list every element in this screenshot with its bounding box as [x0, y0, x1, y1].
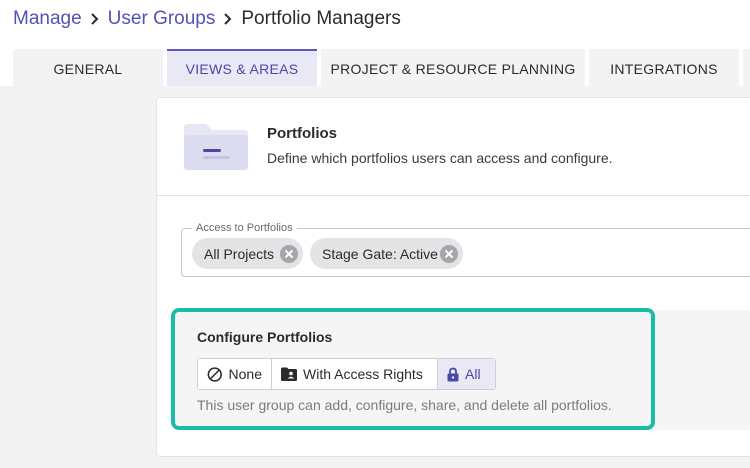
close-icon[interactable]: [440, 245, 458, 263]
chip-all-projects[interactable]: All Projects: [192, 238, 303, 269]
option-label: All: [465, 366, 481, 382]
chip-label: All Projects: [204, 245, 275, 262]
configure-portfolios-title: Configure Portfolios: [197, 329, 333, 345]
tab-overflow[interactable]: [743, 49, 750, 86]
tab-views-areas[interactable]: VIEWS & AREAS: [167, 49, 317, 86]
configure-portfolios-toggle: None With Access Rights All: [197, 358, 496, 390]
configure-portfolios-description: This user group can add, configure, shar…: [197, 397, 612, 413]
option-all-button[interactable]: All: [438, 359, 495, 389]
chevron-right-icon: [90, 12, 100, 26]
portfolios-description: Define which portfolios users can access…: [267, 150, 613, 166]
lock-icon: [447, 367, 459, 381]
access-to-portfolios-field[interactable]: Access to Portfolios All Projects Stage …: [181, 222, 750, 277]
option-none-button[interactable]: None: [198, 359, 272, 389]
folder-user-icon: [281, 367, 297, 381]
block-icon: [207, 366, 222, 382]
option-label: With Access Rights: [303, 366, 423, 382]
tab-project-resource-planning[interactable]: PROJECT & RESOURCE PLANNING: [321, 49, 585, 86]
option-label: None: [228, 366, 262, 382]
tab-integrations[interactable]: INTEGRATIONS: [589, 49, 739, 86]
breadcrumb-user-groups[interactable]: User Groups: [108, 7, 216, 31]
close-icon[interactable]: [280, 245, 298, 263]
chip-stage-gate-active[interactable]: Stage Gate: Active: [310, 238, 463, 269]
access-field-label: Access to Portfolios: [192, 222, 297, 234]
page-header: Manage User Groups Portfolio Managers GE…: [0, 0, 750, 86]
tab-bar: GENERAL VIEWS & AREAS PROJECT & RESOURCE…: [13, 49, 750, 86]
divider: [157, 195, 750, 196]
page-title: Portfolio Managers: [241, 8, 401, 29]
breadcrumb: Manage User Groups Portfolio Managers: [13, 7, 401, 31]
tab-general[interactable]: GENERAL: [13, 49, 163, 86]
chip-label: Stage Gate: Active: [322, 245, 438, 262]
portfolios-title: Portfolios: [267, 125, 337, 142]
option-with-access-rights-button[interactable]: With Access Rights: [272, 359, 438, 389]
breadcrumb-manage[interactable]: Manage: [13, 7, 82, 31]
chevron-right-icon: [223, 12, 233, 26]
folder-icon: [184, 124, 248, 170]
